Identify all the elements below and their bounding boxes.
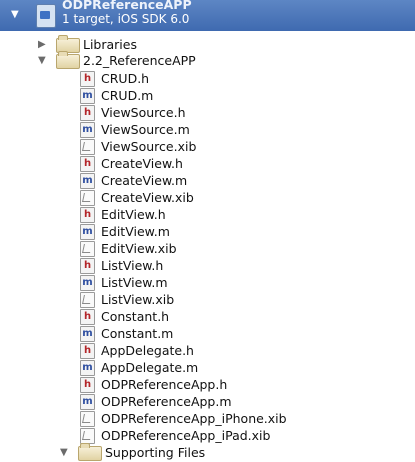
project-subtitle: 1 target, iOS SDK 6.0 [62, 12, 190, 26]
file-item[interactable]: h EditView.h [0, 206, 415, 223]
file-item[interactable]: m CRUD.m [0, 87, 415, 104]
file-item[interactable]: EditView.xib [0, 240, 415, 257]
header-file-icon: h [80, 105, 95, 121]
file-name: ViewSource.m [101, 122, 190, 137]
tree-item-label: Libraries [83, 37, 137, 52]
xcode-project-icon [36, 4, 56, 28]
file-item[interactable]: h ODPReferenceApp.h [0, 376, 415, 393]
file-item[interactable]: ViewSource.xib [0, 138, 415, 155]
file-name: ODPReferenceApp_iPhone.xib [101, 411, 287, 426]
file-item[interactable]: ODPReferenceApp_iPad.xib [0, 427, 415, 444]
implementation-file-icon: m [80, 394, 95, 410]
folder-icon [56, 51, 80, 69]
project-row-selected[interactable]: ▼ ODPReferenceAPP 1 target, iOS SDK 6.0 [0, 0, 415, 31]
header-file-icon: h [80, 309, 95, 325]
interface-builder-file-icon [80, 428, 95, 444]
interface-builder-file-icon [80, 411, 95, 427]
file-item[interactable]: m CreateView.m [0, 172, 415, 189]
file-item[interactable]: ListView.xib [0, 291, 415, 308]
file-name: ODPReferenceApp.m [101, 394, 232, 409]
file-name: ViewSource.xib [101, 139, 197, 154]
interface-builder-file-icon [80, 190, 95, 206]
disclosure-expanded-icon[interactable]: ▼ [60, 444, 68, 461]
file-name: ViewSource.h [101, 105, 186, 120]
project-name: ODPReferenceAPP [62, 0, 192, 12]
file-name: CRUD.m [101, 88, 154, 103]
implementation-file-icon: m [80, 173, 95, 189]
file-item[interactable]: h ListView.h [0, 257, 415, 274]
file-item[interactable]: m Constant.m [0, 325, 415, 342]
file-name: ListView.m [101, 275, 168, 290]
file-item[interactable]: h ViewSource.h [0, 104, 415, 121]
disclosure-expanded-icon[interactable]: ▼ [11, 9, 19, 20]
file-item[interactable]: m ListView.m [0, 274, 415, 291]
file-item[interactable]: ODPReferenceApp_iPhone.xib [0, 410, 415, 427]
header-file-icon: h [80, 258, 95, 274]
file-item[interactable]: m ViewSource.m [0, 121, 415, 138]
file-name: Constant.h [101, 309, 170, 324]
file-name: ListView.h [101, 258, 164, 273]
project-navigator: ▼ ODPReferenceAPP 1 target, iOS SDK 6.0 … [0, 0, 415, 462]
implementation-file-icon: m [80, 88, 95, 104]
file-name: CreateView.xib [101, 190, 194, 205]
header-file-icon: h [80, 207, 95, 223]
file-name: AppDelegate.h [101, 343, 194, 358]
tree-item-label: 2.2_ReferenceAPP [83, 53, 196, 68]
header-file-icon: h [80, 71, 95, 87]
file-name: Constant.m [101, 326, 174, 341]
file-name: EditView.m [101, 224, 170, 239]
file-item[interactable]: h CRUD.h [0, 70, 415, 87]
file-name: CRUD.h [101, 71, 150, 86]
header-file-icon: h [80, 343, 95, 359]
file-name: CreateView.m [101, 173, 188, 188]
file-item[interactable]: h AppDelegate.h [0, 342, 415, 359]
disclosure-collapsed-icon[interactable]: ▶ [38, 36, 46, 53]
file-name: ListView.xib [101, 292, 175, 307]
file-name: CreateView.h [101, 156, 183, 171]
implementation-file-icon: m [80, 224, 95, 240]
file-name: EditView.xib [101, 241, 177, 256]
header-file-icon: h [80, 156, 95, 172]
implementation-file-icon: m [80, 122, 95, 138]
file-item[interactable]: h Constant.h [0, 308, 415, 325]
folder-icon [78, 443, 102, 461]
implementation-file-icon: m [80, 360, 95, 376]
file-item[interactable]: h CreateView.h [0, 155, 415, 172]
interface-builder-file-icon [80, 292, 95, 308]
interface-builder-file-icon [80, 139, 95, 155]
file-item[interactable]: m AppDelegate.m [0, 359, 415, 376]
file-name: ODPReferenceApp.h [101, 377, 228, 392]
implementation-file-icon: m [80, 275, 95, 291]
interface-builder-file-icon [80, 241, 95, 257]
header-file-icon: h [80, 377, 95, 393]
implementation-file-icon: m [80, 326, 95, 342]
file-item[interactable]: m EditView.m [0, 223, 415, 240]
disclosure-expanded-icon[interactable]: ▼ [38, 52, 46, 69]
file-name: EditView.h [101, 207, 166, 222]
tree-item-reference-app-group[interactable]: ▼ 2.2_ReferenceAPP [0, 51, 415, 69]
file-item[interactable]: CreateView.xib [0, 189, 415, 206]
file-name: ODPReferenceApp_iPad.xib [101, 428, 271, 443]
file-item[interactable]: m ODPReferenceApp.m [0, 393, 415, 410]
tree-item-supporting-files[interactable]: ▼ Supporting Files [0, 443, 415, 461]
tree-item-label: Supporting Files [105, 445, 206, 460]
file-name: AppDelegate.m [101, 360, 199, 375]
